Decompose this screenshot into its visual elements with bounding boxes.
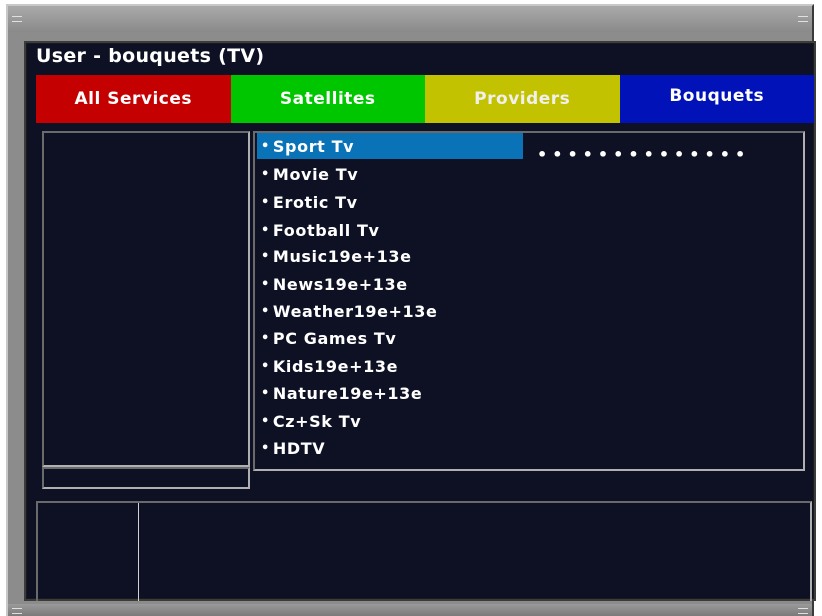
bullet-icon: •	[261, 358, 270, 374]
list-item-label: Movie Tv	[272, 164, 359, 184]
list-item-label: Sport Tv	[272, 136, 355, 156]
bullet-icon: •	[261, 303, 270, 319]
window-frame: User - bouquets (TV) All Services Satell…	[6, 4, 816, 616]
bullet-icon: •	[261, 330, 270, 346]
list-item-label: Football Tv	[272, 220, 380, 240]
bullet-icon: •	[261, 222, 270, 238]
screen-title: User - bouquets (TV)	[36, 45, 265, 67]
list-item-label: Nature19e+13e	[272, 383, 423, 403]
list-item-music[interactable]: • Music19e+13e	[257, 243, 523, 269]
list-item-erotic-tv[interactable]: • Erotic Tv	[257, 189, 523, 215]
list-item-nature[interactable]: • Nature19e+13e	[257, 380, 523, 406]
bullet-icon: •	[261, 166, 270, 182]
bullet-icon: •	[261, 194, 270, 210]
bullet-icon: •	[261, 440, 270, 456]
bouquet-list: • Sport Tv • Movie Tv • Erotic Tv • Football…	[253, 131, 805, 471]
bullet-icon: •	[261, 413, 270, 429]
list-item-sport-tv[interactable]: • Sport Tv	[257, 133, 523, 159]
tab-bouquets[interactable]: Bouquets	[619, 75, 814, 123]
list-item-movie-tv[interactable]: • Movie Tv	[257, 161, 523, 187]
left-service-panel	[42, 131, 250, 467]
list-item-pc-games-tv[interactable]: • PC Games Tv	[257, 325, 523, 351]
tab-satellites[interactable]: Satellites	[230, 75, 425, 123]
list-item-kids[interactable]: • Kids19e+13e	[257, 353, 523, 379]
color-key-bar: All Services Satellites Providers Bouque…	[36, 75, 814, 123]
info-divider	[138, 503, 139, 601]
bottom-resize-grip[interactable]	[8, 604, 812, 616]
list-item-label: Music19e+13e	[272, 246, 412, 266]
grip-left-icon	[12, 608, 22, 614]
tab-providers[interactable]: Providers	[425, 75, 620, 123]
list-item-hdtv[interactable]: • HDTV	[257, 435, 523, 461]
list-item-label: Weather19e+13e	[272, 301, 438, 321]
tab-all-services[interactable]: All Services	[36, 75, 231, 123]
scroll-progress-dots: ••••••••••••••	[537, 145, 751, 164]
list-item-label: HDTV	[272, 438, 326, 458]
bullet-icon: •	[261, 138, 270, 154]
list-item-label: News19e+13e	[272, 274, 408, 294]
info-panel	[36, 501, 812, 601]
grip-right-icon	[798, 608, 808, 614]
top-resize-grip[interactable]	[8, 6, 812, 32]
bullet-icon: •	[261, 276, 270, 292]
list-item-label: PC Games Tv	[272, 328, 397, 348]
bullet-icon: •	[261, 248, 270, 264]
list-item-weather[interactable]: • Weather19e+13e	[257, 298, 523, 324]
grip-left-icon	[12, 16, 22, 22]
list-item-football-tv[interactable]: • Football Tv	[257, 217, 523, 243]
list-item-label: Cz+Sk Tv	[272, 411, 362, 431]
list-item-label: Kids19e+13e	[272, 356, 399, 376]
list-item-cz-sk-tv[interactable]: • Cz+Sk Tv	[257, 408, 523, 434]
left-panel-footer	[42, 467, 250, 489]
bouquet-editor-screen: User - bouquets (TV) All Services Satell…	[24, 41, 816, 601]
grip-right-icon	[798, 16, 808, 22]
bullet-icon: •	[261, 385, 270, 401]
list-item-news[interactable]: • News19e+13e	[257, 271, 523, 297]
list-item-label: Erotic Tv	[272, 192, 358, 212]
